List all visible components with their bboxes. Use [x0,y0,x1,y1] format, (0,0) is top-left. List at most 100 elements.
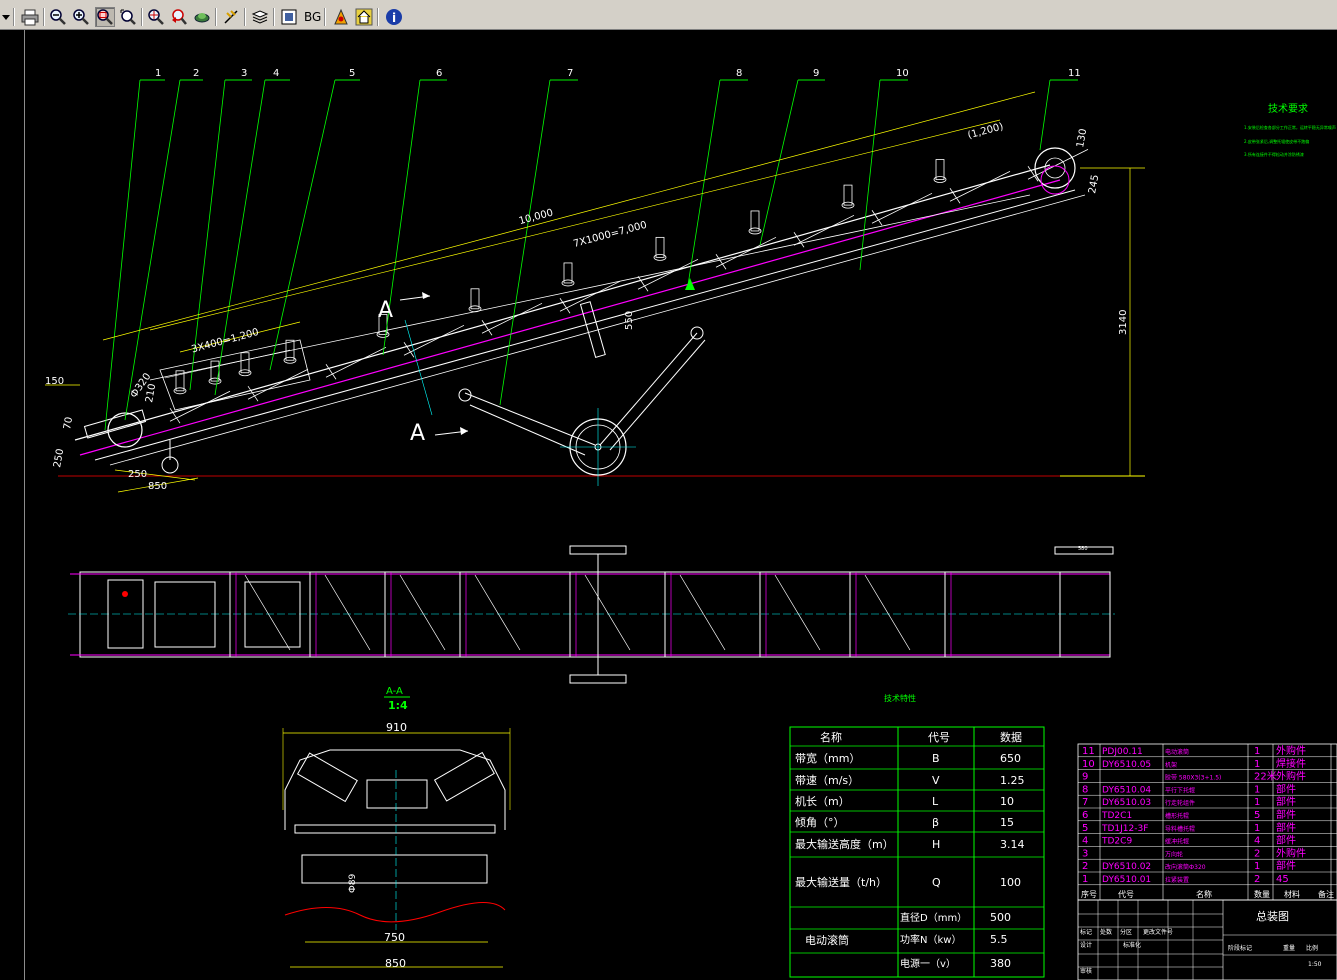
tech-params-title: 技术特性 [884,693,916,703]
zoom-extents-icon[interactable] [146,7,166,27]
parts-cell: 4 [1082,836,1088,847]
parts-cell: 万向轮 [1165,850,1183,858]
parts-cell: 7 [1082,797,1088,808]
zoom-previous-icon[interactable] [169,7,189,27]
dim-height: 3140 [1118,310,1129,335]
toolbar-separator [273,8,275,26]
params-cell: 10 [1000,795,1014,808]
params-cell: Q [932,876,941,889]
parts-cell: 行走轮组件 [1165,799,1195,807]
svg-text:i: i [392,11,396,25]
parts-footer: 名称 [1196,889,1212,899]
home-icon[interactable] [354,7,374,27]
dim-total: 10,000 [518,207,555,227]
balloon-6: 6 [436,68,442,79]
balloon-2: 2 [193,68,199,79]
bookmark-icon[interactable] [331,7,351,27]
balloon-labels: 1 2 3 4 5 6 7 8 9 10 11 [155,68,1081,79]
params-cell: 机长（m） [795,794,850,808]
parts-cell: 5 [1254,810,1260,821]
parts-cell: 导料槽托辊 [1165,825,1195,833]
dim-pitch: 7X1000=7,000 [572,220,648,250]
title-block-label: 1:50 [1308,961,1322,968]
balloon-4: 4 [273,68,279,79]
toolbar-separator [244,8,246,26]
params-header: 代号 [928,731,950,744]
parts-cell: DY6510.01 [1102,875,1151,885]
parts-cell: 1 [1082,874,1088,885]
params-cell: V [932,774,940,787]
params-cell: H [932,838,940,851]
parts-cell: 拉紧装置 [1165,876,1189,884]
parts-cell: TD2C9 [1101,837,1132,847]
dim-250b: 250 [52,448,66,469]
motor-value: 5.5 [990,933,1008,946]
params-table: 名称 代号 数据带宽（mm） B 650 带速（m/s） V 1.25 机长（m） L 10 倾角（°… [789,726,1045,978]
dim-550: 550 [624,311,635,330]
zoom-out-icon[interactable] [48,7,68,27]
toolbar-separator [377,8,379,26]
title-block-label: 设计 [1080,941,1092,949]
params-cell: β [932,816,939,829]
section-aa-title: A-A [386,686,403,697]
dim-150: 150 [45,376,64,387]
params-cell: 15 [1000,816,1014,829]
parts-cell: 机架 [1165,761,1177,769]
zoom-in-icon[interactable] [71,7,91,27]
layers-icon[interactable] [250,7,270,27]
parts-cell: TD1J12-3F [1101,824,1148,834]
parts-cell: 1 [1254,823,1260,834]
motor-label: 电动滚筒 [805,933,849,947]
parts-cell: DY6510.05 [1102,760,1151,770]
dim-70: 70 [62,416,75,430]
zoom-realtime-icon[interactable] [118,7,138,27]
parts-footer: 备注 [1318,889,1334,899]
balloon-leaders [104,79,1078,431]
title-block-label: 阶段标记 [1228,944,1252,952]
balloon-1: 1 [155,68,161,79]
conveyor-side-view [74,147,1089,486]
params-header: 数据 [1000,730,1022,744]
parts-cell: 部件 [1276,834,1296,847]
params-cell: 最大输送量（t/h） [795,875,887,889]
parts-cell: 电动滚筒 [1165,748,1189,756]
balloon-10: 10 [896,68,909,79]
parts-footer: 代号 [1118,889,1134,899]
print-icon[interactable] [20,7,40,27]
title-block-label: 标记 [1080,928,1092,936]
info-icon[interactable]: i [384,7,404,27]
parts-cell: 平行下托辊 [1165,786,1195,794]
params-cell: 最大输送高度（m） [795,837,894,851]
dropdown-arrow-icon[interactable] [0,7,12,27]
title-block-label: 重量 [1283,944,1295,952]
aa-dim-910: 910 [386,721,407,734]
title-block-title: 总装图 [1256,909,1289,923]
parts-cell: 1 [1254,797,1260,808]
params-cell: B [932,752,940,765]
balloon-11: 11 [1068,68,1081,79]
parts-footer: 序号 [1081,889,1097,899]
parts-cell: DY6510.04 [1102,785,1151,795]
background-color-button[interactable]: BG [304,10,321,24]
params-cell: 倾角（°） [795,816,845,829]
parts-cell: 45 [1276,874,1289,885]
parts-cell: 6 [1082,810,1088,821]
balloon-8: 8 [736,68,742,79]
view-icon[interactable] [279,7,299,27]
dim-250: 250 [128,469,147,480]
title-block-label: 分区 [1120,928,1132,936]
measure-icon[interactable] [221,7,241,27]
cad-drawing-canvas[interactable]: 1 2 3 4 5 6 7 8 9 10 11 10,000 7X1000=7,… [0,30,1337,980]
parts-cell: 1 [1254,746,1260,757]
title-block-label: 比例 [1306,944,1318,952]
zoom-window-icon[interactable] [95,7,115,27]
motor-param: 直径D（mm） [900,911,967,924]
parts-cell: 1 [1254,784,1260,795]
parts-cell: TD2C1 [1101,811,1132,821]
balloon-7: 7 [567,68,573,79]
parts-footer: 材料 [1284,889,1300,899]
dim-245: 245 [1087,174,1101,195]
dimension-texts: 10,000 7X1000=7,000 3X400=1,200 (1,200) … [45,121,1129,492]
pan-icon[interactable] [192,7,212,27]
params-cell: 3.14 [1000,838,1025,851]
